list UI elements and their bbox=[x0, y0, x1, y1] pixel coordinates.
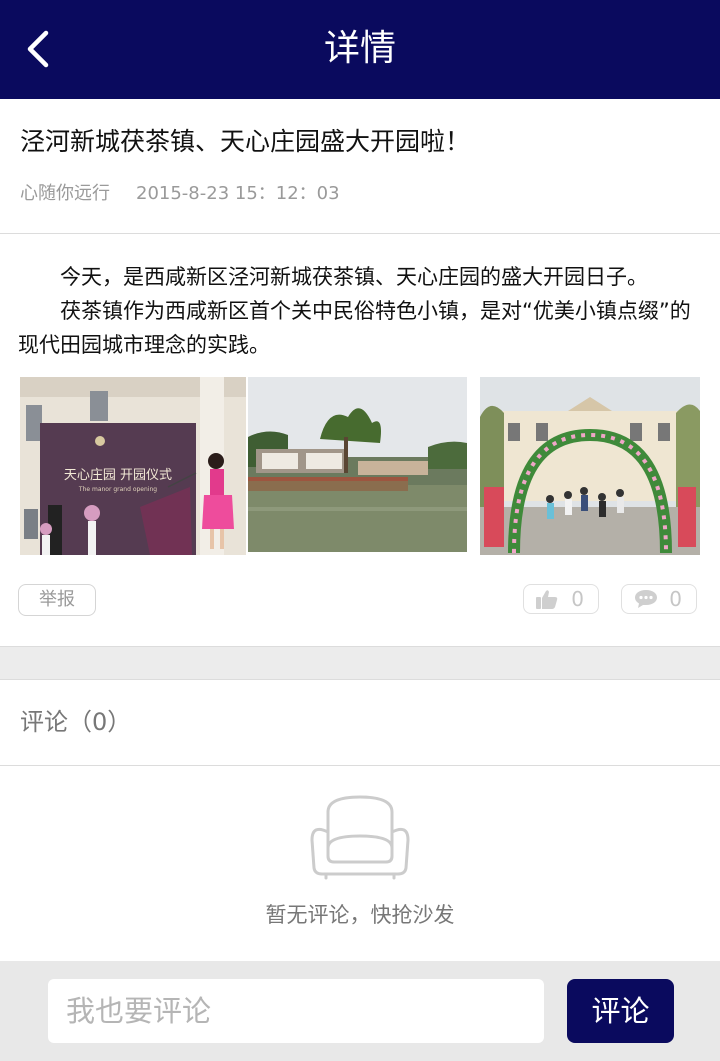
comment-count: 0 bbox=[669, 587, 682, 611]
comment-input[interactable] bbox=[48, 979, 544, 1043]
like-count: 0 bbox=[571, 587, 584, 611]
article-photo-3[interactable] bbox=[480, 377, 700, 555]
divider bbox=[0, 765, 720, 766]
comment-bar: 评论 bbox=[0, 961, 720, 1061]
thumbs-up-icon bbox=[536, 590, 558, 609]
divider bbox=[0, 233, 720, 234]
app-header: 详情 bbox=[0, 0, 720, 99]
comments-heading: 评论（0） bbox=[20, 708, 132, 736]
like-button[interactable]: 0 bbox=[523, 584, 599, 614]
section-separator bbox=[0, 646, 720, 680]
body-paragraph: 茯茶镇作为西咸新区首个关中民俗特色小镇，是对“优美小镇点缀”的现代田园城市理念的… bbox=[18, 299, 691, 357]
comment-count-button[interactable]: 0 bbox=[621, 584, 697, 614]
body-paragraph: 今天，是西咸新区泾河新城茯茶镇、天心庄园的盛大开园日子。 bbox=[60, 265, 648, 289]
article-title: 泾河新城茯茶镇、天心庄园盛大开园啦！ bbox=[20, 127, 471, 156]
submit-comment-button[interactable]: 评论 bbox=[567, 979, 674, 1043]
article-photo-1[interactable]: 天心庄园 开园仪式 The manor grand opening bbox=[20, 377, 246, 555]
sofa-icon bbox=[310, 795, 410, 880]
sign-subtext: The manor grand opening bbox=[78, 486, 157, 493]
speech-bubble-icon bbox=[635, 590, 657, 608]
article-body: 今天，是西咸新区泾河新城茯茶镇、天心庄园的盛大开园日子。 茯茶镇作为西咸新区首个… bbox=[18, 260, 708, 362]
article-photo-2[interactable] bbox=[248, 377, 467, 552]
publish-date: 2015-8-23 15：12：03 bbox=[136, 183, 340, 204]
empty-comments-text: 暂无评论，快抢沙发 bbox=[265, 903, 455, 927]
author-name[interactable]: 心随你远行 bbox=[20, 183, 110, 204]
article-meta: 心随你远行 2015-8-23 15：12：03 bbox=[20, 180, 340, 208]
page-title: 详情 bbox=[323, 28, 396, 69]
report-button[interactable]: 举报 bbox=[18, 584, 96, 616]
sign-text: 天心庄园 开园仪式 bbox=[64, 467, 172, 483]
